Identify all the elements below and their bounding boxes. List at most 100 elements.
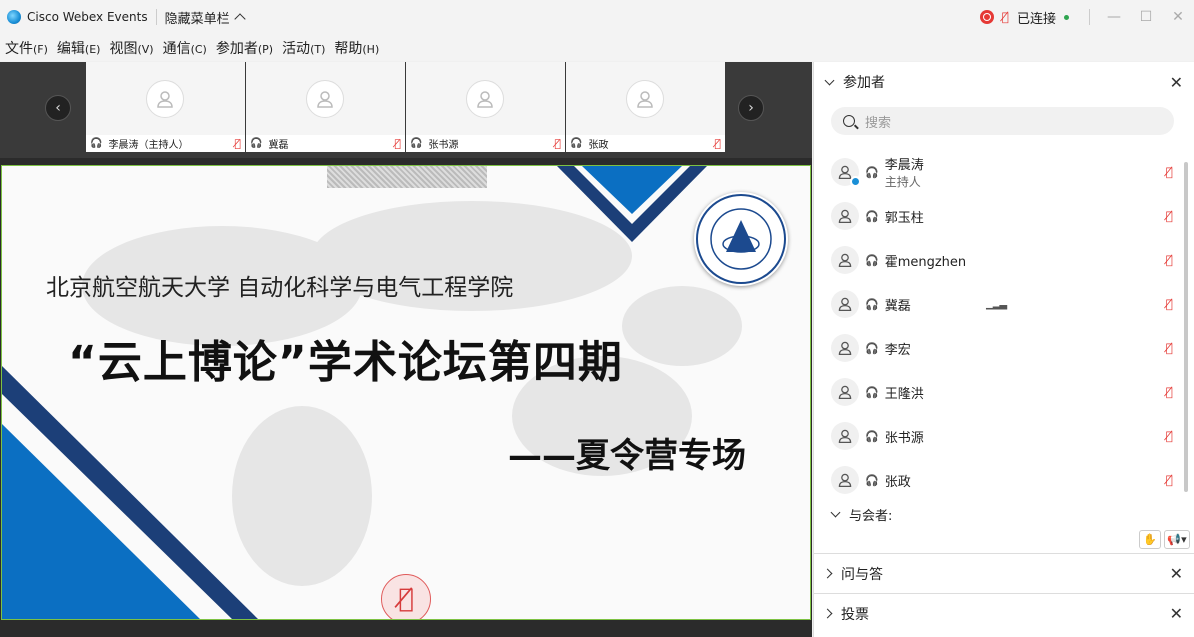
connection-status: 已连接 [1016,11,1056,27]
person-icon [831,246,859,274]
attendees-section-header[interactable]: 与会者: [814,504,892,524]
mic-muted-icon[interactable]: 🎙̸ [1166,341,1173,355]
person-icon [626,80,664,118]
search-placeholder: 搜索 [865,115,892,131]
participants-header[interactable]: 参加者 ✕ [814,62,1194,102]
headset-icon: 🎧 [865,385,879,399]
content-share-area: 北京航空航天大学 自动化科学与电气工程学院 “云上博论”学术论坛第四期 ——夏令… [0,158,812,637]
search-input[interactable]: 搜索 [831,107,1174,135]
participant-name: 李宏 [884,342,911,358]
tile-name: 李晨涛（主持人） [108,140,189,151]
mic-muted-icon: 🎙̸ [714,137,721,150]
video-tile[interactable]: 🎧 李晨涛（主持人） 🎙̸ [86,62,245,152]
headset-icon: 🎧 [90,138,103,149]
participant-row[interactable]: 🎧 王隆洪 🎙̸ [814,370,1194,414]
menu-file[interactable]: 文件(F) [5,38,48,58]
panel-action-buttons: ✋ 📢▾ [1139,530,1190,549]
participant-row[interactable]: 🎧 张政 🎙̸ [814,458,1194,502]
person-icon [831,466,859,494]
participant-list-scrollbar[interactable] [1184,162,1188,492]
participant-row[interactable]: 🎧 霍mengzhen 🎙̸ [814,238,1194,282]
person-icon [831,202,859,230]
record-icon[interactable] [979,10,994,24]
menu-edit[interactable]: 编辑(E) [57,38,101,58]
slide-decoration [2,166,742,619]
menu-view[interactable]: 视图(V) [109,38,153,58]
chevron-left-icon[interactable]: ‹ [45,95,71,121]
participant-row[interactable]: 🎧 李宏 🎙̸ [814,326,1194,370]
video-strip: ‹ 🎧 李晨涛（主持人） 🎙̸ 🎧 冀磊 🎙̸ 🎧 张书源 🎙̸ 🎧 张政 🎙̸… [0,62,812,158]
headset-icon: 🎧 [865,165,879,179]
person-icon [306,80,344,118]
close-window-button[interactable]: ✕ [1162,9,1194,25]
chevron-right-icon [822,608,833,619]
participant-row[interactable]: 🎧 李晨涛 主持人 🎙̸ [814,150,1194,194]
hide-menu-label: 隐藏菜单栏 [164,11,230,27]
participants-title: 参加者 [843,75,885,91]
tile-footer: 🎧 李晨涛（主持人） 🎙̸ [86,135,245,152]
person-icon [831,290,859,318]
person-icon [146,80,184,118]
host-badge-icon [850,176,861,187]
mic-muted-icon[interactable]: 🎙̸ [1166,253,1173,267]
announce-dropdown-button[interactable]: 📢▾ [1164,530,1190,549]
chevron-up-icon [233,13,246,25]
tile-name: 冀磊 [268,140,289,151]
webex-logo-icon [7,10,21,24]
mic-muted-icon[interactable]: 🎙̸ [1166,297,1173,311]
participant-name: 张书源 [884,430,924,446]
maximize-button[interactable]: ☐ [1130,9,1162,25]
participant-row[interactable]: 🎧 张书源 🎙̸ [814,414,1194,458]
mic-muted-icon[interactable]: 🎙̸ [1166,165,1173,179]
participant-list: 🎧 李晨涛 主持人 🎙̸ 🎧 郭玉柱 🎙̸ 🎧 霍mengzhen 🎙̸ 🎧 冀… [814,150,1194,502]
mic-muted-icon[interactable]: 🎙̸ [1166,385,1173,399]
menu-communicate[interactable]: 通信(C) [163,38,207,58]
video-tile[interactable]: 🎧 冀磊 🎙̸ [246,62,405,152]
mic-muted-icon[interactable]: 🎙̸ [1166,209,1173,223]
mute-button[interactable]: 🎙̸ [381,574,431,619]
mic-muted-icon[interactable]: 🎙̸ [1002,10,1009,24]
audio-level-icon: ▁▂▃ [986,298,1007,310]
person-icon [831,378,859,406]
headset-icon: 🎧 [865,297,879,311]
menu-participants[interactable]: 参加者(P) [216,38,273,58]
person-icon [466,80,504,118]
tile-footer: 🎧 张政 🎙̸ [566,135,725,152]
minimize-button[interactable]: — [1098,9,1130,25]
tile-name: 张书源 [428,140,459,151]
raise-hand-button[interactable]: ✋ [1139,530,1161,549]
video-tile[interactable]: 🎧 张书源 🎙̸ [406,62,565,152]
qa-label: 问与答 [841,566,883,583]
participant-name: 王隆洪 [884,386,924,402]
participant-row[interactable]: 🎧 冀磊 ▁▂▃ 🎙̸ [814,282,1194,326]
tile-footer: 🎧 张书源 🎙̸ [406,135,565,152]
poll-label: 投票 [841,606,869,623]
chevron-right-icon[interactable]: › [738,95,764,121]
menu-event[interactable]: 活动(T) [282,38,325,58]
attendees-label: 与会者: [849,508,893,524]
mic-muted-icon[interactable]: 🎙̸ [1166,473,1173,487]
headset-icon: 🎧 [865,341,879,355]
poll-section-header[interactable]: 投票 ✕ [814,593,1194,633]
title-bar: Cisco Webex Events 隐藏菜单栏 🎙̸ 已连接 — ☐ ✕ [0,0,1194,34]
close-icon[interactable]: ✕ [1170,564,1183,583]
mic-muted-icon[interactable]: 🎙̸ [1166,429,1173,443]
menu-help[interactable]: 帮助(H) [334,38,379,58]
headset-icon: 🎧 [865,253,879,267]
participant-row[interactable]: 🎧 郭玉柱 🎙̸ [814,194,1194,238]
close-icon[interactable]: ✕ [1170,604,1183,623]
qa-section-header[interactable]: 问与答 ✕ [814,553,1194,593]
divider [1089,9,1090,25]
tile-name: 张政 [588,140,609,151]
participant-name: 郭玉柱 [884,210,924,226]
connected-indicator-icon [1064,14,1069,20]
video-tile[interactable]: 🎧 张政 🎙̸ [566,62,725,152]
headset-icon: 🎧 [865,429,879,443]
presentation-slide: 北京航空航天大学 自动化科学与电气工程学院 “云上博论”学术论坛第四期 ——夏令… [1,165,811,620]
hide-menu-button[interactable]: 隐藏菜单栏 [164,8,246,27]
headset-icon: 🎧 [410,138,423,149]
headset-icon: 🎧 [570,138,583,149]
close-icon[interactable]: ✕ [1170,73,1183,92]
mic-muted-icon: 🎙̸ [394,137,401,150]
participants-panel: 参加者 ✕ 搜索 🎧 李晨涛 主持人 🎙̸ 🎧 郭玉柱 🎙̸ 🎧 霍mengzh… [813,62,1194,637]
